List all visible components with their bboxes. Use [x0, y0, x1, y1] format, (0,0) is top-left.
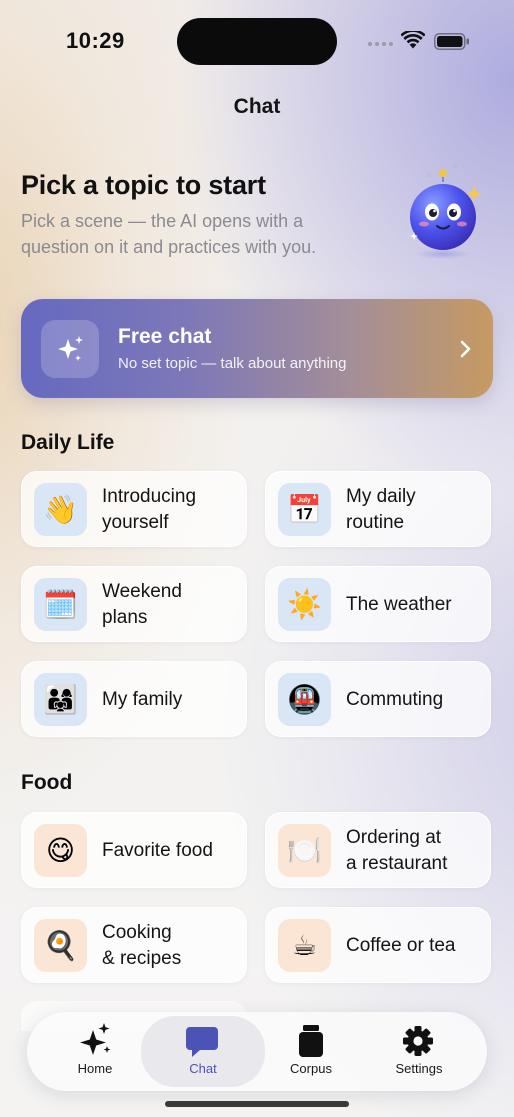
- metro-icon: 🚇: [278, 673, 331, 726]
- sparkles-icon: [58, 336, 83, 361]
- wifi-icon: [401, 31, 425, 49]
- topic-card-coffee-or-tea[interactable]: ☕ Coffee or tea: [265, 907, 491, 983]
- frying-pan-icon: 🍳: [34, 919, 87, 972]
- tab-label: Settings: [395, 1061, 443, 1076]
- topic-card-commuting[interactable]: 🚇 Commuting: [265, 661, 491, 737]
- tab-bar: Home Chat Corpus Settings: [27, 1012, 487, 1091]
- topic-card-daily-routine[interactable]: 📅 My daily routine: [265, 471, 491, 547]
- gear-icon: [403, 1026, 433, 1056]
- page-title: Chat: [233, 95, 281, 118]
- topic-card-weather[interactable]: ☀️ The weather: [265, 566, 491, 642]
- dynamic-island: [177, 18, 337, 65]
- svg-text:a: a: [427, 171, 431, 179]
- free-chat-subtitle: No set topic — talk about anything: [118, 355, 347, 372]
- topic-card-label: Introducing yourself: [102, 486, 197, 533]
- topic-card-my-family[interactable]: 👨‍👩‍👧 My family: [21, 661, 247, 737]
- topic-card-label: My daily routine: [346, 486, 416, 533]
- topic-card-label: Cooking & recipes: [102, 922, 182, 969]
- calendar-icon: 📅: [278, 483, 331, 536]
- tab-home[interactable]: Home: [40, 1012, 150, 1091]
- plate-cutlery-icon: 🍽️: [278, 824, 331, 877]
- status-time: 10:29: [66, 28, 125, 53]
- battery-icon: [434, 33, 469, 50]
- home-indicator[interactable]: [165, 1101, 349, 1107]
- mascot-robot-icon: a a: [410, 162, 482, 259]
- topic-card-label: Weekend plans: [102, 581, 182, 628]
- topic-card-ordering-restaurant[interactable]: 🍽️ Ordering at a restaurant: [265, 812, 491, 888]
- spiral-calendar-icon: 🗓️: [34, 578, 87, 631]
- free-chat-card[interactable]: Free chat No set topic — talk about anyt…: [21, 299, 493, 398]
- section-title-daily-life: Daily Life: [21, 431, 115, 454]
- chevron-right-icon: [460, 340, 471, 358]
- jar-icon: [299, 1025, 323, 1057]
- yum-face-icon: 😋: [34, 824, 87, 877]
- topic-card-label: My family: [102, 689, 183, 710]
- topic-card-introducing-yourself[interactable]: 👋 Introducing yourself: [21, 471, 247, 547]
- topic-card-label: Coffee or tea: [346, 935, 456, 956]
- topic-card-weekend-plans[interactable]: 🗓️ Weekend plans: [21, 566, 247, 642]
- free-chat-icon-box: [41, 320, 99, 378]
- family-icon: 👨‍👩‍👧: [34, 673, 87, 726]
- svg-text:a: a: [453, 162, 457, 170]
- tab-label: Chat: [189, 1061, 217, 1076]
- cellular-signal-icon: [368, 42, 393, 46]
- topic-card-label: Favorite food: [102, 840, 213, 861]
- tab-chat[interactable]: Chat: [141, 1016, 265, 1087]
- topic-card-cooking-recipes[interactable]: 🍳 Cooking & recipes: [21, 907, 247, 983]
- waving-hand-icon: 👋: [34, 483, 87, 536]
- sun-icon: ☀️: [278, 578, 331, 631]
- topic-card-label: Ordering at a restaurant: [346, 827, 448, 874]
- tab-settings[interactable]: Settings: [364, 1012, 474, 1091]
- sparkles-icon: [80, 1023, 111, 1055]
- tab-label: Corpus: [290, 1061, 332, 1076]
- hero-subtitle: Pick a scene — the AI opens with a quest…: [21, 211, 317, 257]
- chat-bubble-icon: [186, 1027, 218, 1057]
- hot-beverage-icon: ☕: [278, 919, 331, 972]
- topic-card-label: Commuting: [346, 689, 444, 710]
- section-title-food: Food: [21, 771, 73, 794]
- tab-corpus[interactable]: Corpus: [256, 1012, 366, 1091]
- hero-title: Pick a topic to start: [21, 170, 266, 200]
- topic-card-favorite-food[interactable]: 😋 Favorite food: [21, 812, 247, 888]
- free-chat-title: Free chat: [118, 325, 212, 348]
- tab-label: Home: [77, 1061, 113, 1076]
- topic-card-label: The weather: [346, 594, 452, 615]
